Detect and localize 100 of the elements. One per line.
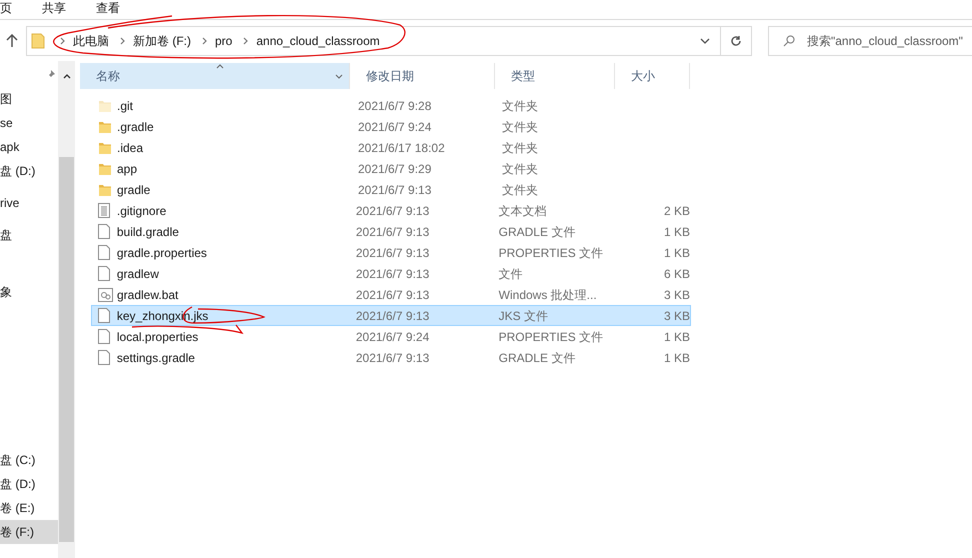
address-bar[interactable]: 此电脑 新加卷 (F:) pro anno_cloud_classroom	[26, 26, 752, 56]
modified-date: 2021/6/7 9:24	[356, 328, 430, 346]
up-arrow-icon[interactable]	[6, 34, 18, 48]
modified-date: 2021/6/7 9:13	[356, 224, 430, 240]
nav-item[interactable]: 盘 (C:)	[0, 448, 58, 472]
file-size: 3 KB	[663, 286, 690, 304]
breadcrumb-item[interactable]: 新加卷 (F:)	[133, 32, 191, 50]
file-size: 1 KB	[662, 350, 690, 366]
file-type: 文件夹	[502, 160, 539, 178]
file-icon	[98, 350, 110, 365]
modified-date: 2021/6/7 9:13	[356, 266, 430, 282]
file-size: 2 KB	[662, 202, 690, 220]
modified-date: 2021/6/7 9:28	[358, 98, 432, 114]
ribbon-tab[interactable]: 页	[0, 1, 12, 15]
file-type: 文件夹	[502, 140, 539, 156]
chevron-right-icon[interactable]	[243, 37, 250, 45]
folder-icon	[98, 162, 112, 176]
file-name: build.gradle	[116, 224, 179, 240]
file-row[interactable]: .git 2021/6/7 9:28 文件夹	[91, 95, 691, 116]
file-name: .git	[117, 98, 134, 114]
file-type: Windows 批处理...	[498, 286, 598, 304]
scrollbar-thumb[interactable]	[59, 157, 74, 542]
file-name: local.properties	[116, 328, 198, 346]
file-icon	[98, 245, 110, 260]
file-type: PROPERTIES 文件	[498, 328, 604, 346]
breadcrumb-item[interactable]: 此电脑	[73, 32, 109, 50]
file-row[interactable]: gradlew.bat 2021/6/7 9:13 Windows 批处理... 3 KB	[91, 284, 691, 305]
column-header[interactable]: 名称	[80, 63, 350, 89]
file-name: .gitignore	[116, 202, 166, 220]
nav-item[interactable]: apk	[0, 135, 58, 159]
refresh-icon	[730, 35, 742, 47]
folder-icon	[98, 98, 112, 112]
file-type: GRADLE 文件	[498, 224, 576, 240]
nav-item[interactable]: 盘 (D:)	[0, 159, 58, 183]
file-row[interactable]: settings.gradle 2021/6/7 9:13 GRADLE 文件 1 KB	[91, 347, 691, 368]
column-header[interactable]: 修改日期	[350, 63, 495, 89]
column-header[interactable]: 类型	[495, 63, 615, 89]
file-row[interactable]: .idea 2021/6/17 18:02 文件夹	[91, 137, 691, 158]
file-row[interactable]: gradle.properties 2021/6/7 9:13 PROPERTIES 文件 1 KB	[91, 242, 691, 263]
chevron-right-icon[interactable]	[202, 37, 208, 45]
modified-date: 2021/6/7 9:13	[356, 350, 430, 366]
file-type: 文件	[498, 266, 524, 282]
file-size: 1 KB	[662, 244, 690, 262]
nav-item[interactable]: se	[0, 111, 58, 135]
chevron-up-icon[interactable]	[62, 73, 70, 79]
chevron-down-icon[interactable]	[700, 38, 710, 44]
ribbon-tab[interactable]: 查看	[96, 1, 120, 15]
file-type: GRADLE 文件	[498, 350, 576, 366]
scrollbar[interactable]	[58, 61, 75, 558]
nav-item[interactable]: 盘 (D:)	[0, 472, 58, 496]
modified-date: 2021/6/7 9:13	[356, 202, 430, 220]
file-row[interactable]: build.gradle 2021/6/7 9:13 GRADLE 文件 1 KB	[91, 221, 691, 242]
file-size: 1 KB	[662, 328, 690, 346]
file-type: PROPERTIES 文件	[498, 244, 604, 262]
nav-item[interactable]: 卷 (F:)	[0, 520, 58, 544]
file-name: gradle	[117, 182, 150, 198]
modified-date: 2021/6/7 9:24	[358, 118, 432, 136]
folder-icon	[98, 120, 112, 134]
folder-icon	[98, 140, 112, 154]
file-icon	[98, 308, 110, 323]
file-row[interactable]: app 2021/6/7 9:29 文件夹	[91, 158, 691, 179]
file-row[interactable]: local.properties 2021/6/7 9:24 PROPERTIES 文件 1 KB	[91, 326, 691, 347]
modified-date: 2021/6/17 18:02	[358, 140, 446, 156]
file-row[interactable]: gradlew 2021/6/7 9:13 文件 6 KB	[91, 263, 691, 284]
modified-date: 2021/6/7 9:13	[356, 244, 430, 262]
file-name: .gradle	[117, 118, 154, 136]
file-row[interactable]: .gradle 2021/6/7 9:24 文件夹	[91, 116, 691, 137]
file-name: settings.gradle	[116, 350, 195, 366]
ribbon-tab[interactable]: 共享	[42, 1, 66, 15]
search-field[interactable]: 搜索"anno_cloud_classroom"	[768, 26, 972, 56]
file-type: 文件夹	[502, 118, 539, 136]
chevron-right-icon[interactable]	[120, 37, 126, 45]
breadcrumb-item[interactable]: anno_cloud_classroom	[256, 32, 380, 50]
gear-window-icon	[98, 288, 113, 302]
nav-item[interactable]: 象	[0, 280, 58, 304]
folder-icon	[98, 182, 112, 196]
file-type: JKS 文件	[498, 308, 549, 324]
chevron-right-icon[interactable]	[60, 37, 66, 45]
text-document-icon	[98, 203, 110, 218]
modified-date: 2021/6/7 9:13	[358, 182, 432, 198]
nav-item[interactable]: 卷 (E:)	[0, 496, 58, 520]
file-type: 文件夹	[502, 182, 539, 198]
nav-item[interactable]: 图	[0, 87, 58, 111]
file-row[interactable]: gradle 2021/6/7 9:13 文件夹	[91, 179, 691, 200]
breadcrumb-item[interactable]: pro	[215, 32, 232, 50]
nav-item[interactable]: 盘	[0, 223, 58, 247]
file-size: 3 KB	[662, 308, 690, 324]
nav-item[interactable]: rive	[0, 191, 58, 215]
file-icon	[98, 224, 110, 239]
file-icon	[98, 329, 110, 344]
file-size: 1 KB	[662, 224, 690, 240]
file-name: gradlew.bat	[117, 286, 178, 304]
file-name: gradlew	[116, 266, 159, 282]
file-name: gradle.properties	[116, 244, 207, 262]
file-row[interactable]: .gitignore 2021/6/7 9:13 文本文档 2 KB	[91, 200, 691, 221]
folder-icon	[31, 33, 45, 49]
file-icon	[98, 266, 110, 281]
column-header[interactable]: 大小	[615, 63, 690, 89]
chevron-down-icon[interactable]	[335, 74, 343, 79]
file-type: 文件夹	[502, 98, 539, 114]
